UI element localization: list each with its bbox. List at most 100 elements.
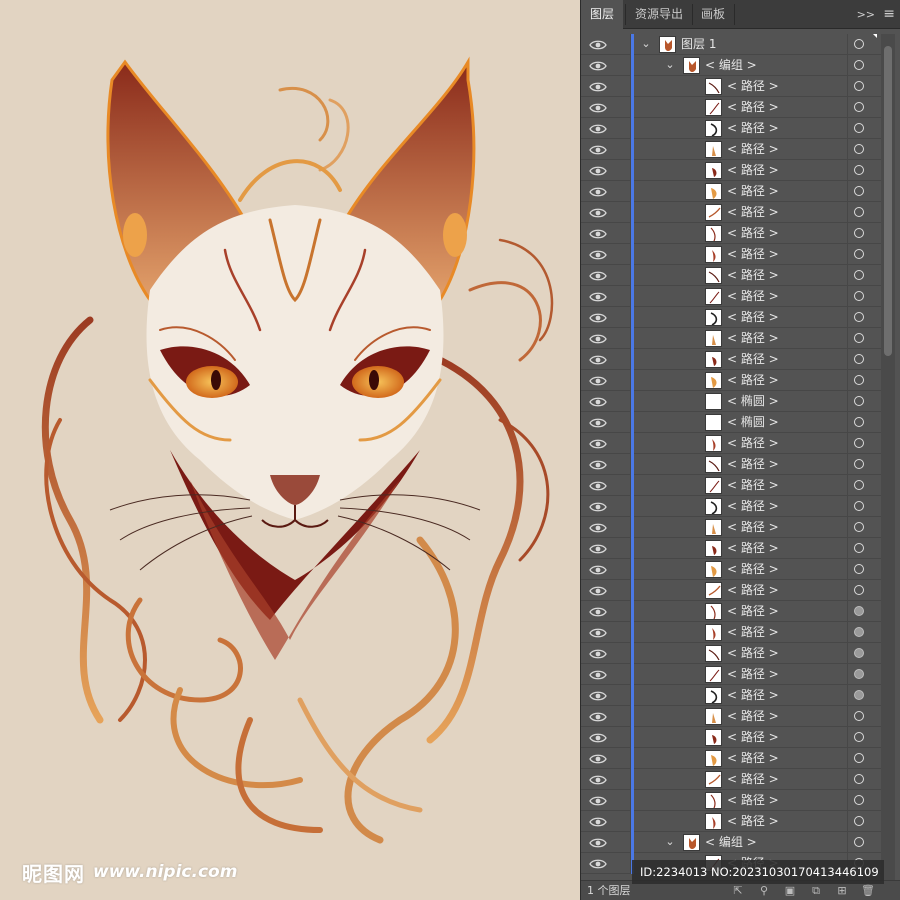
- lock-toggle[interactable]: [607, 727, 631, 747]
- path-row[interactable]: < 路径 >: [581, 622, 881, 643]
- path-row[interactable]: < 路径 >: [581, 559, 881, 580]
- target-toggle[interactable]: [847, 76, 871, 97]
- eye-visibility-icon[interactable]: [589, 646, 607, 660]
- path-row[interactable]: < 路径 >: [581, 265, 881, 286]
- eye-visibility-icon[interactable]: [589, 856, 607, 870]
- eye-visibility-icon[interactable]: [589, 268, 607, 282]
- hamburger-menu-icon[interactable]: ≡: [883, 0, 895, 29]
- chevron-down-icon[interactable]: ⌄: [639, 35, 653, 53]
- path-row[interactable]: < 路径 >: [581, 433, 881, 454]
- lock-toggle[interactable]: [607, 349, 631, 369]
- target-toggle[interactable]: [847, 286, 871, 307]
- eye-visibility-icon[interactable]: [589, 310, 607, 324]
- eye-visibility-icon[interactable]: [589, 625, 607, 639]
- path-row[interactable]: < 路径 >: [581, 580, 881, 601]
- path-row[interactable]: < 路径 >: [581, 454, 881, 475]
- target-toggle[interactable]: [847, 181, 871, 202]
- eye-visibility-icon[interactable]: [589, 184, 607, 198]
- target-toggle[interactable]: [847, 559, 871, 580]
- layers-scrollbar[interactable]: [881, 34, 895, 880]
- lock-toggle[interactable]: [607, 265, 631, 285]
- lock-toggle[interactable]: [607, 475, 631, 495]
- path-row[interactable]: < 路径 >: [581, 811, 881, 832]
- lock-toggle[interactable]: [607, 454, 631, 474]
- lock-toggle[interactable]: [607, 139, 631, 159]
- eye-visibility-icon[interactable]: [589, 142, 607, 156]
- lock-toggle[interactable]: [607, 748, 631, 768]
- eye-visibility-icon[interactable]: [589, 100, 607, 114]
- target-toggle[interactable]: [847, 412, 871, 433]
- target-toggle[interactable]: [847, 727, 871, 748]
- target-toggle[interactable]: [847, 580, 871, 601]
- lock-toggle[interactable]: [607, 601, 631, 621]
- lock-toggle[interactable]: [607, 55, 631, 75]
- target-toggle[interactable]: [847, 811, 871, 832]
- double-chevron-right-icon[interactable]: >>: [857, 0, 875, 29]
- eye-visibility-icon[interactable]: [589, 163, 607, 177]
- eye-visibility-icon[interactable]: [589, 583, 607, 597]
- target-toggle[interactable]: [847, 97, 871, 118]
- eye-visibility-icon[interactable]: [589, 793, 607, 807]
- trash-icon[interactable]: 🗑: [861, 884, 875, 898]
- lock-toggle[interactable]: [607, 433, 631, 453]
- target-toggle[interactable]: [847, 223, 871, 244]
- target-toggle[interactable]: [847, 328, 871, 349]
- path-row[interactable]: < 路径 >: [581, 769, 881, 790]
- lock-toggle[interactable]: [607, 496, 631, 516]
- eye-visibility-icon[interactable]: [589, 667, 607, 681]
- lock-toggle[interactable]: [607, 370, 631, 390]
- lock-toggle[interactable]: [607, 664, 631, 684]
- target-toggle[interactable]: [847, 643, 871, 664]
- eye-visibility-icon[interactable]: [589, 478, 607, 492]
- path-row[interactable]: < 路径 >: [581, 328, 881, 349]
- target-toggle[interactable]: [847, 55, 871, 76]
- new-layer-icon[interactable]: ⊞: [835, 884, 849, 898]
- search-icon[interactable]: ⚲: [757, 884, 771, 898]
- target-toggle[interactable]: [847, 307, 871, 328]
- lock-toggle[interactable]: [607, 538, 631, 558]
- eye-visibility-icon[interactable]: [589, 562, 607, 576]
- eye-visibility-icon[interactable]: [589, 289, 607, 303]
- eye-visibility-icon[interactable]: [589, 247, 607, 261]
- target-toggle[interactable]: [847, 139, 871, 160]
- sublayer-icon[interactable]: ⧉: [809, 884, 823, 898]
- target-toggle[interactable]: [847, 475, 871, 496]
- path-row[interactable]: < 路径 >: [581, 76, 881, 97]
- eye-visibility-icon[interactable]: [589, 352, 607, 366]
- eye-visibility-icon[interactable]: [589, 835, 607, 849]
- path-row[interactable]: < 路径 >: [581, 517, 881, 538]
- path-row[interactable]: < 椭圆 >: [581, 412, 881, 433]
- target-toggle[interactable]: [847, 790, 871, 811]
- lock-toggle[interactable]: [607, 811, 631, 831]
- lock-toggle[interactable]: [607, 832, 631, 852]
- target-toggle[interactable]: [847, 685, 871, 706]
- lock-toggle[interactable]: [607, 853, 631, 873]
- path-row[interactable]: < 路径 >: [581, 790, 881, 811]
- target-toggle[interactable]: [847, 202, 871, 223]
- lock-toggle[interactable]: [607, 181, 631, 201]
- lock-toggle[interactable]: [607, 76, 631, 96]
- target-toggle[interactable]: [847, 433, 871, 454]
- target-toggle[interactable]: [847, 664, 871, 685]
- path-row[interactable]: < 路径 >: [581, 370, 881, 391]
- target-toggle[interactable]: [847, 454, 871, 475]
- path-row[interactable]: < 路径 >: [581, 97, 881, 118]
- eye-visibility-icon[interactable]: [589, 394, 607, 408]
- path-row[interactable]: < 路径 >: [581, 538, 881, 559]
- path-row[interactable]: < 路径 >: [581, 307, 881, 328]
- lock-toggle[interactable]: [607, 391, 631, 411]
- lock-toggle[interactable]: [607, 685, 631, 705]
- target-toggle[interactable]: [847, 769, 871, 790]
- scrollbar-thumb[interactable]: [884, 46, 892, 356]
- path-row[interactable]: < 路径 >: [581, 349, 881, 370]
- path-row[interactable]: < 路径 >: [581, 727, 881, 748]
- chevron-down-icon[interactable]: ⌄: [663, 56, 677, 74]
- target-toggle[interactable]: [847, 391, 871, 412]
- path-row[interactable]: < 路径 >: [581, 286, 881, 307]
- chevron-down-icon[interactable]: ⌄: [663, 833, 677, 851]
- eye-visibility-icon[interactable]: [589, 79, 607, 93]
- eye-visibility-icon[interactable]: [589, 541, 607, 555]
- path-row[interactable]: < 路径 >: [581, 202, 881, 223]
- lock-toggle[interactable]: [607, 223, 631, 243]
- path-row[interactable]: < 路径 >: [581, 748, 881, 769]
